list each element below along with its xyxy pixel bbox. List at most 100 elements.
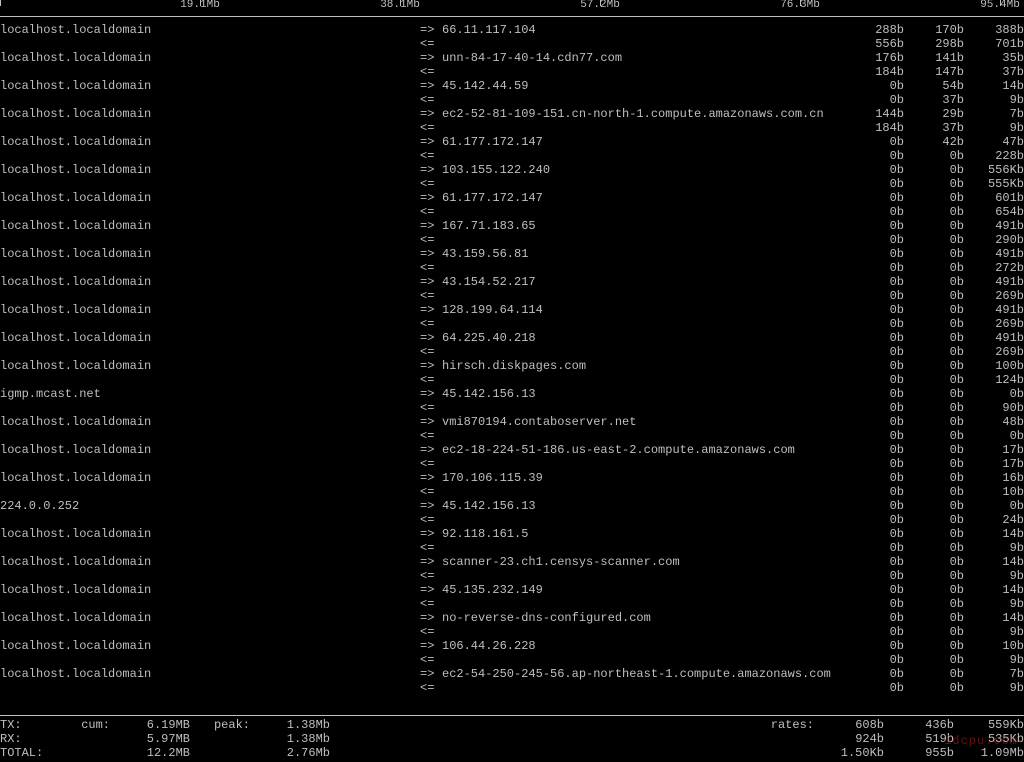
connection-tx-line: localhost.localdomain=>61.177.172.1470b4… [0, 135, 1024, 149]
arrow-rx-icon: <= [420, 149, 442, 163]
connection-tx-line: 224.0.0.252=>45.142.156.130b0b0b [0, 499, 1024, 513]
rx-rate-40s: 9b [964, 569, 1024, 583]
arrow-tx-icon: => [420, 79, 442, 93]
tx-rate-40s: 491b [964, 303, 1024, 317]
rx-rate-40s: 9b [964, 541, 1024, 555]
arrow-rx-icon: <= [420, 513, 442, 527]
arrow-rx-icon: <= [420, 289, 442, 303]
source-host: localhost.localdomain [0, 219, 420, 233]
arrow-tx-icon: => [420, 387, 442, 401]
connection-rx-line: <=0b0b0b [0, 429, 1024, 443]
connection-row: localhost.localdomain=>170.106.115.390b0… [0, 471, 1024, 499]
tx-rate-2s: 0b [844, 387, 904, 401]
tx-rate-40s: 48b [964, 415, 1024, 429]
source-host: localhost.localdomain [0, 331, 420, 345]
connection-row: localhost.localdomain=>106.44.26.2280b0b… [0, 639, 1024, 667]
rx-rate-40s: 555Kb [964, 177, 1024, 191]
rates-label: rates: [754, 718, 814, 732]
connection-tx-line: igmp.mcast.net=>45.142.156.130b0b0b [0, 387, 1024, 401]
rx-rate-40s: 9b [964, 121, 1024, 135]
tx-rate-10s: 0b [904, 247, 964, 261]
connection-tx-line: localhost.localdomain=>ec2-18-224-51-186… [0, 443, 1024, 457]
arrow-rx-icon: <= [420, 401, 442, 415]
tx-rate-2s: 0b [844, 499, 904, 513]
rx-rate-40s: 290b [964, 233, 1024, 247]
tx-rate-2s: 0b [844, 247, 904, 261]
arrow-tx-icon: => [420, 191, 442, 205]
connection-rx-line: <=0b0b269b [0, 317, 1024, 331]
tx-rate-10s: 0b [904, 163, 964, 177]
connection-tx-line: localhost.localdomain=>vmi870194.contabo… [0, 415, 1024, 429]
tx-rate-2s: 0b [844, 303, 904, 317]
tx-rate-10s: 0b [904, 499, 964, 513]
tx-rate-2s: 0b [844, 583, 904, 597]
bandwidth-scale: 19.1Mb38.1Mb57.2Mb76.3Mb95.4Mb [0, 0, 1024, 17]
rx-rate-2s: 0b [844, 317, 904, 331]
connection-tx-line: localhost.localdomain=>ec2-54-250-245-56… [0, 667, 1024, 681]
rx-rate-10s: 0b [904, 597, 964, 611]
tx-rate-40s: 0b [964, 499, 1024, 513]
source-host: localhost.localdomain [0, 51, 420, 65]
arrow-rx-icon: <= [420, 37, 442, 51]
arrow-tx-icon: => [420, 359, 442, 373]
connection-tx-line: localhost.localdomain=>hirsch.diskpages.… [0, 359, 1024, 373]
source-host: localhost.localdomain [0, 415, 420, 429]
tx-rate-10s: 0b [904, 415, 964, 429]
rx-rate-2s: 0b [844, 429, 904, 443]
rx-rate-10s: 0b [904, 317, 964, 331]
rx-rate-40s: 228b [964, 149, 1024, 163]
scale-tick-label: 76.3Mb [780, 0, 820, 12]
arrow-rx-icon: <= [420, 261, 442, 275]
arrow-tx-icon: => [420, 471, 442, 485]
tx-rate-2s: 288b [844, 23, 904, 37]
rx-rate-2s: 0b [844, 681, 904, 695]
destination-host: unn-84-17-40-14.cdn77.com [442, 51, 844, 65]
rx-rate-40s: 9b [964, 597, 1024, 611]
total-rate-10s: 955b [884, 746, 954, 760]
connection-rx-line: <=0b0b290b [0, 233, 1024, 247]
arrow-rx-icon: <= [420, 93, 442, 107]
arrow-tx-icon: => [420, 107, 442, 121]
tx-rate-40s: 559Kb [954, 718, 1024, 732]
arrow-tx-icon: => [420, 583, 442, 597]
rx-rate-2s: 0b [844, 597, 904, 611]
destination-host: 128.199.64.114 [442, 303, 844, 317]
arrow-rx-icon: <= [420, 485, 442, 499]
rx-rate-40s: 654b [964, 205, 1024, 219]
tx-rate-40s: 556Kb [964, 163, 1024, 177]
source-host: localhost.localdomain [0, 135, 420, 149]
total-label: TOTAL: [0, 746, 50, 760]
arrow-tx-icon: => [420, 499, 442, 513]
rx-rate-40s: 17b [964, 457, 1024, 471]
tx-rate-40s: 601b [964, 191, 1024, 205]
source-host: localhost.localdomain [0, 611, 420, 625]
rx-rate-10s: 0b [904, 457, 964, 471]
arrow-tx-icon: => [420, 51, 442, 65]
rx-rate-2s: 0b [844, 457, 904, 471]
destination-host: 61.177.172.147 [442, 191, 844, 205]
connection-row: 224.0.0.252=>45.142.156.130b0b0b<=0b0b24… [0, 499, 1024, 527]
connection-rx-line: <=0b0b9b [0, 681, 1024, 695]
totals-tx-row: TX: cum: 6.19MB peak: 1.38Mb rates: 608b… [0, 718, 1024, 732]
connection-rx-line: <=0b0b9b [0, 569, 1024, 583]
arrow-rx-icon: <= [420, 429, 442, 443]
connection-rx-line: <=0b0b654b [0, 205, 1024, 219]
total-peak: 2.76Mb [250, 746, 330, 760]
connection-rx-line: <=0b0b24b [0, 513, 1024, 527]
connection-row: localhost.localdomain=>scanner-23.ch1.ce… [0, 555, 1024, 583]
destination-host: 167.71.183.65 [442, 219, 844, 233]
arrow-tx-icon: => [420, 555, 442, 569]
tx-rate-40s: 14b [964, 555, 1024, 569]
arrow-rx-icon: <= [420, 541, 442, 555]
connection-rx-line: <=0b0b9b [0, 597, 1024, 611]
tx-rate-40s: 491b [964, 331, 1024, 345]
scale-tick-label: 95.4Mb [980, 0, 1020, 12]
connection-row: localhost.localdomain=>43.154.52.2170b0b… [0, 275, 1024, 303]
connection-row: localhost.localdomain=>167.71.183.650b0b… [0, 219, 1024, 247]
arrow-tx-icon: => [420, 639, 442, 653]
rx-rate-40s: 272b [964, 261, 1024, 275]
rx-rate-2s: 0b [844, 345, 904, 359]
source-host: localhost.localdomain [0, 191, 420, 205]
destination-host: 45.142.156.13 [442, 499, 844, 513]
connection-row: igmp.mcast.net=>45.142.156.130b0b0b<=0b0… [0, 387, 1024, 415]
